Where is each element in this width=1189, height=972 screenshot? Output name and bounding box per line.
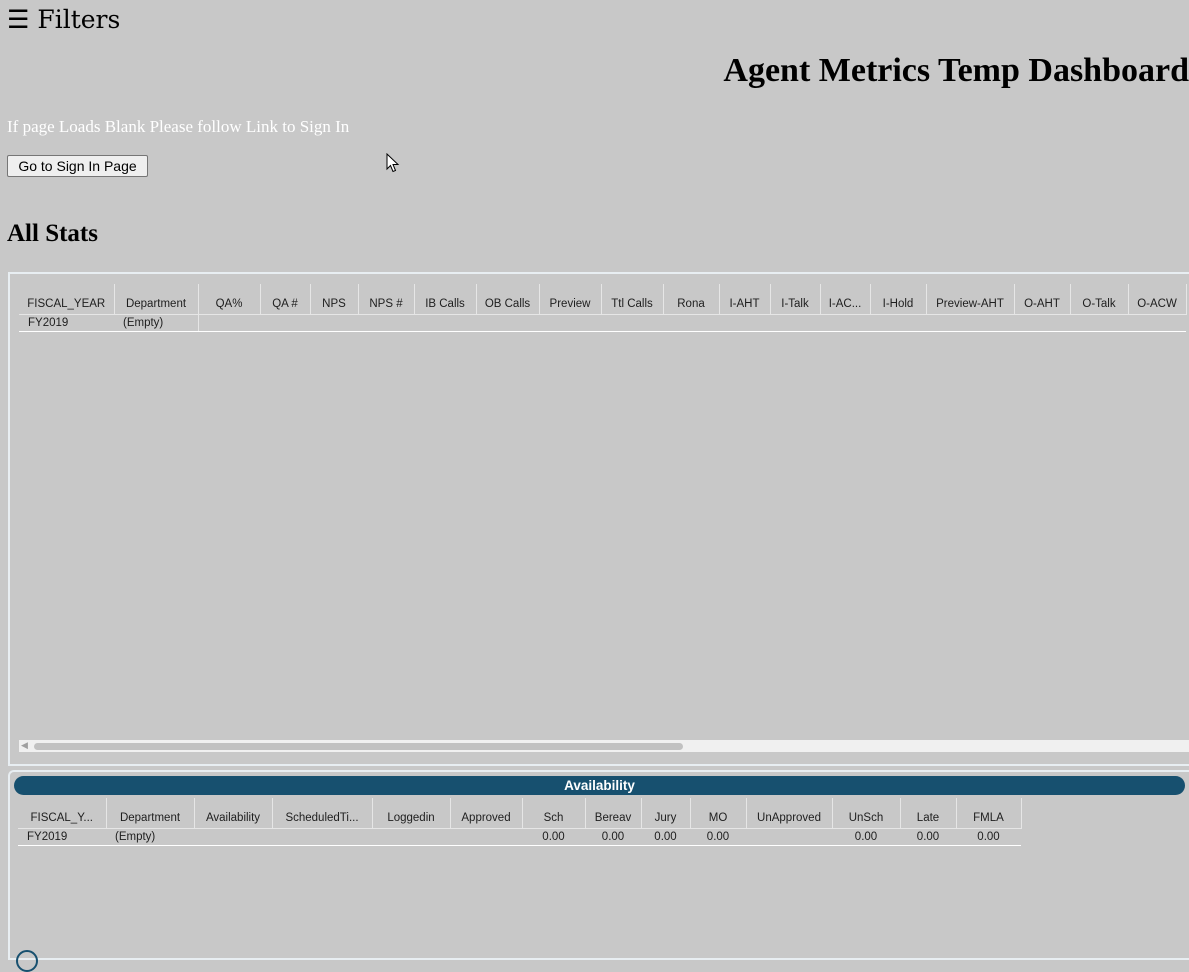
all-stats-column-header[interactable]: Department xyxy=(114,284,199,315)
scrollbar-thumb[interactable] xyxy=(34,743,683,750)
all-stats-column-header[interactable]: OB Calls xyxy=(476,284,540,315)
all-stats-cell: (Empty) xyxy=(114,314,199,332)
availability-column-header[interactable]: Jury xyxy=(641,798,691,829)
availability-column-header[interactable]: ScheduledTi... xyxy=(272,798,373,829)
availability-column-header[interactable]: Bereav xyxy=(585,798,642,829)
availability-column-header[interactable]: FISCAL_Y... xyxy=(18,798,107,829)
availability-cell xyxy=(272,828,372,846)
all-stats-cell xyxy=(310,314,358,332)
availability-cell: 0.00 xyxy=(641,828,690,846)
filters-label: Filters xyxy=(37,5,121,34)
availability-cell xyxy=(194,828,272,846)
availability-column-header[interactable]: Approved xyxy=(450,798,523,829)
availability-header-row: FISCAL_Y... Department Availability Schedul… xyxy=(18,798,1022,829)
page-title: Agent Metrics Temp Dashboard xyxy=(723,52,1189,89)
all-stats-column-header[interactable]: O-ACW xyxy=(1128,284,1187,315)
availability-cell: (Empty) xyxy=(106,828,194,846)
all-stats-column-header[interactable]: I-AC... xyxy=(820,284,871,315)
availability-column-header[interactable]: FMLA xyxy=(956,798,1022,829)
table-row[interactable]: FY2019 (Empty) xyxy=(19,314,1186,332)
availability-column-header[interactable]: Sch xyxy=(522,798,586,829)
sign-in-note: If page Loads Blank Please follow Link t… xyxy=(7,117,350,136)
all-stats-column-header[interactable]: QA% xyxy=(198,284,261,315)
all-stats-column-header[interactable]: QA # xyxy=(260,284,311,315)
all-stats-header-row: FISCAL_YEAR Department QA% QA # NPS NPS # IB C… xyxy=(19,284,1187,315)
availability-column-header[interactable]: Loggedin xyxy=(372,798,451,829)
all-stats-column-header[interactable]: Rona xyxy=(663,284,720,315)
all-stats-cell xyxy=(770,314,820,332)
availability-cell: 0.00 xyxy=(956,828,1021,846)
availability-cell: 0.00 xyxy=(900,828,956,846)
table-row[interactable]: FY2019 (Empty) 0.00 0.00 0.00 0.00 0.00 0.00 0.0… xyxy=(18,828,1021,846)
availability-cell xyxy=(372,828,450,846)
horizontal-scrollbar[interactable]: ◀ xyxy=(19,740,1189,752)
all-stats-column-header[interactable]: Preview-AHT xyxy=(926,284,1015,315)
sign-in-button[interactable]: Go to Sign In Page xyxy=(7,155,148,177)
all-stats-column-header[interactable]: I-Talk xyxy=(770,284,821,315)
all-stats-table: FISCAL_YEAR Department QA% QA # NPS NPS # IB C… xyxy=(19,284,1187,332)
all-stats-column-header[interactable]: I-Hold xyxy=(870,284,927,315)
all-stats-cell xyxy=(1128,314,1186,332)
all-stats-panel: FISCAL_YEAR Department QA% QA # NPS NPS # IB C… xyxy=(8,272,1189,766)
all-stats-column-header[interactable]: I-AHT xyxy=(719,284,771,315)
all-stats-column-header[interactable]: NPS xyxy=(310,284,359,315)
availability-cell: 0.00 xyxy=(690,828,746,846)
availability-column-header[interactable]: Late xyxy=(900,798,957,829)
availability-cell: 0.00 xyxy=(522,828,585,846)
all-stats-cell xyxy=(926,314,1014,332)
availability-cell xyxy=(450,828,522,846)
all-stats-cell xyxy=(358,314,414,332)
all-stats-column-header[interactable]: Ttl Calls xyxy=(601,284,664,315)
all-stats-heading: All Stats xyxy=(7,220,98,247)
all-stats-cell xyxy=(476,314,539,332)
all-stats-column-header[interactable]: IB Calls xyxy=(414,284,477,315)
all-stats-cell xyxy=(260,314,310,332)
all-stats-column-header[interactable]: Preview xyxy=(539,284,602,315)
availability-header: Availability xyxy=(14,776,1185,795)
all-stats-cell xyxy=(1070,314,1128,332)
all-stats-column-header[interactable]: O-AHT xyxy=(1014,284,1071,315)
hamburger-menu-icon: ☰ xyxy=(7,5,30,34)
availability-cell xyxy=(746,828,832,846)
availability-cell: 0.00 xyxy=(832,828,900,846)
availability-column-header[interactable]: Availability xyxy=(194,798,273,829)
all-stats-cell xyxy=(601,314,663,332)
all-stats-column-header[interactable]: FISCAL_YEAR xyxy=(19,284,115,315)
all-stats-column-header[interactable]: NPS # xyxy=(358,284,415,315)
all-stats-cell xyxy=(820,314,870,332)
all-stats-cell xyxy=(539,314,601,332)
availability-column-header[interactable]: UnApproved xyxy=(746,798,833,829)
availability-column-header[interactable]: MO xyxy=(690,798,747,829)
circle-icon[interactable] xyxy=(16,950,38,972)
filters-toggle[interactable]: ☰ Filters xyxy=(7,5,120,35)
all-stats-cell xyxy=(1014,314,1070,332)
all-stats-cell xyxy=(870,314,926,332)
all-stats-cell xyxy=(414,314,476,332)
availability-panel: Availability FISCAL_Y... Department Availa… xyxy=(8,770,1189,972)
scroll-left-arrow-icon[interactable]: ◀ xyxy=(21,740,28,752)
all-stats-cell xyxy=(663,314,719,332)
all-stats-cell xyxy=(719,314,770,332)
all-stats-cell xyxy=(198,314,260,332)
all-stats-cell: FY2019 xyxy=(19,314,114,332)
availability-column-header[interactable]: Department xyxy=(106,798,195,829)
availability-cell: FY2019 xyxy=(18,828,106,846)
mouse-cursor-icon xyxy=(386,153,400,173)
availability-cell: 0.00 xyxy=(585,828,641,846)
all-stats-column-header[interactable]: O-Talk xyxy=(1070,284,1129,315)
availability-table: FISCAL_Y... Department Availability Schedul… xyxy=(18,798,1022,846)
availability-column-header[interactable]: UnSch xyxy=(832,798,901,829)
